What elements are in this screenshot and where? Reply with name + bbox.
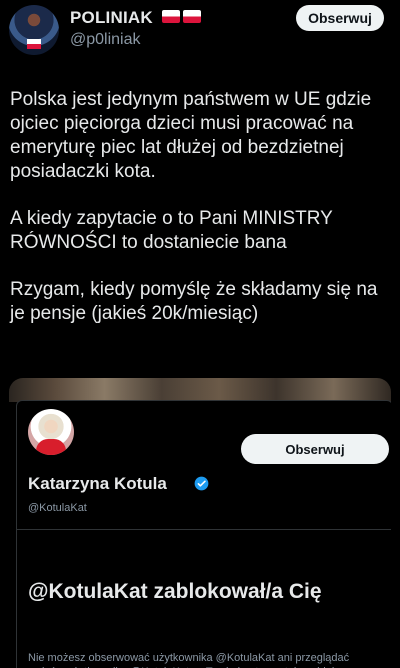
tweet-paragraph: A kiedy zapytacie o to Pani MINISTRY RÓW… <box>10 208 333 253</box>
author-avatar[interactable] <box>9 5 59 55</box>
follow-button[interactable]: Obserwuj <box>296 5 384 31</box>
tweet-media-image[interactable]: Obserwuj Katarzyna Kotula @KotulaKat @Ko… <box>9 378 391 668</box>
profile-name: Katarzyna Kotula <box>28 474 167 493</box>
blocked-description: Nie możesz obserwować użytkownika @Kotul… <box>28 652 373 668</box>
profile-avatar <box>28 409 74 455</box>
embedded-profile-screenshot: Obserwuj Katarzyna Kotula @KotulaKat @Ko… <box>16 400 391 668</box>
tweet-paragraph: Rzygam, kiedy pomyślę że składamy się na… <box>10 279 378 324</box>
tweet-header: POLINIAK @p0liniak Obserwuj <box>0 0 400 60</box>
author-display-name[interactable]: POLINIAK <box>70 8 153 28</box>
verified-badge-icon <box>194 476 209 491</box>
author-flags <box>162 10 201 23</box>
tweet-body: Polska jest jedynym państwem w UE gdzie … <box>10 88 392 349</box>
avatar-flag-icon <box>27 39 41 49</box>
author-handle[interactable]: @p0liniak <box>70 31 141 49</box>
profile-follow-button: Obserwuj <box>241 434 389 464</box>
tweet-paragraph: Polska jest jedynym państwem w UE gdzie … <box>10 89 372 182</box>
background-photo <box>9 378 391 402</box>
profile-handle: @KotulaKat <box>28 502 87 514</box>
poland-flag-icon <box>183 10 201 23</box>
blocked-title: @KotulaKat zablokował/a Cię <box>28 580 322 603</box>
poland-flag-icon <box>162 10 180 23</box>
divider <box>17 529 391 530</box>
